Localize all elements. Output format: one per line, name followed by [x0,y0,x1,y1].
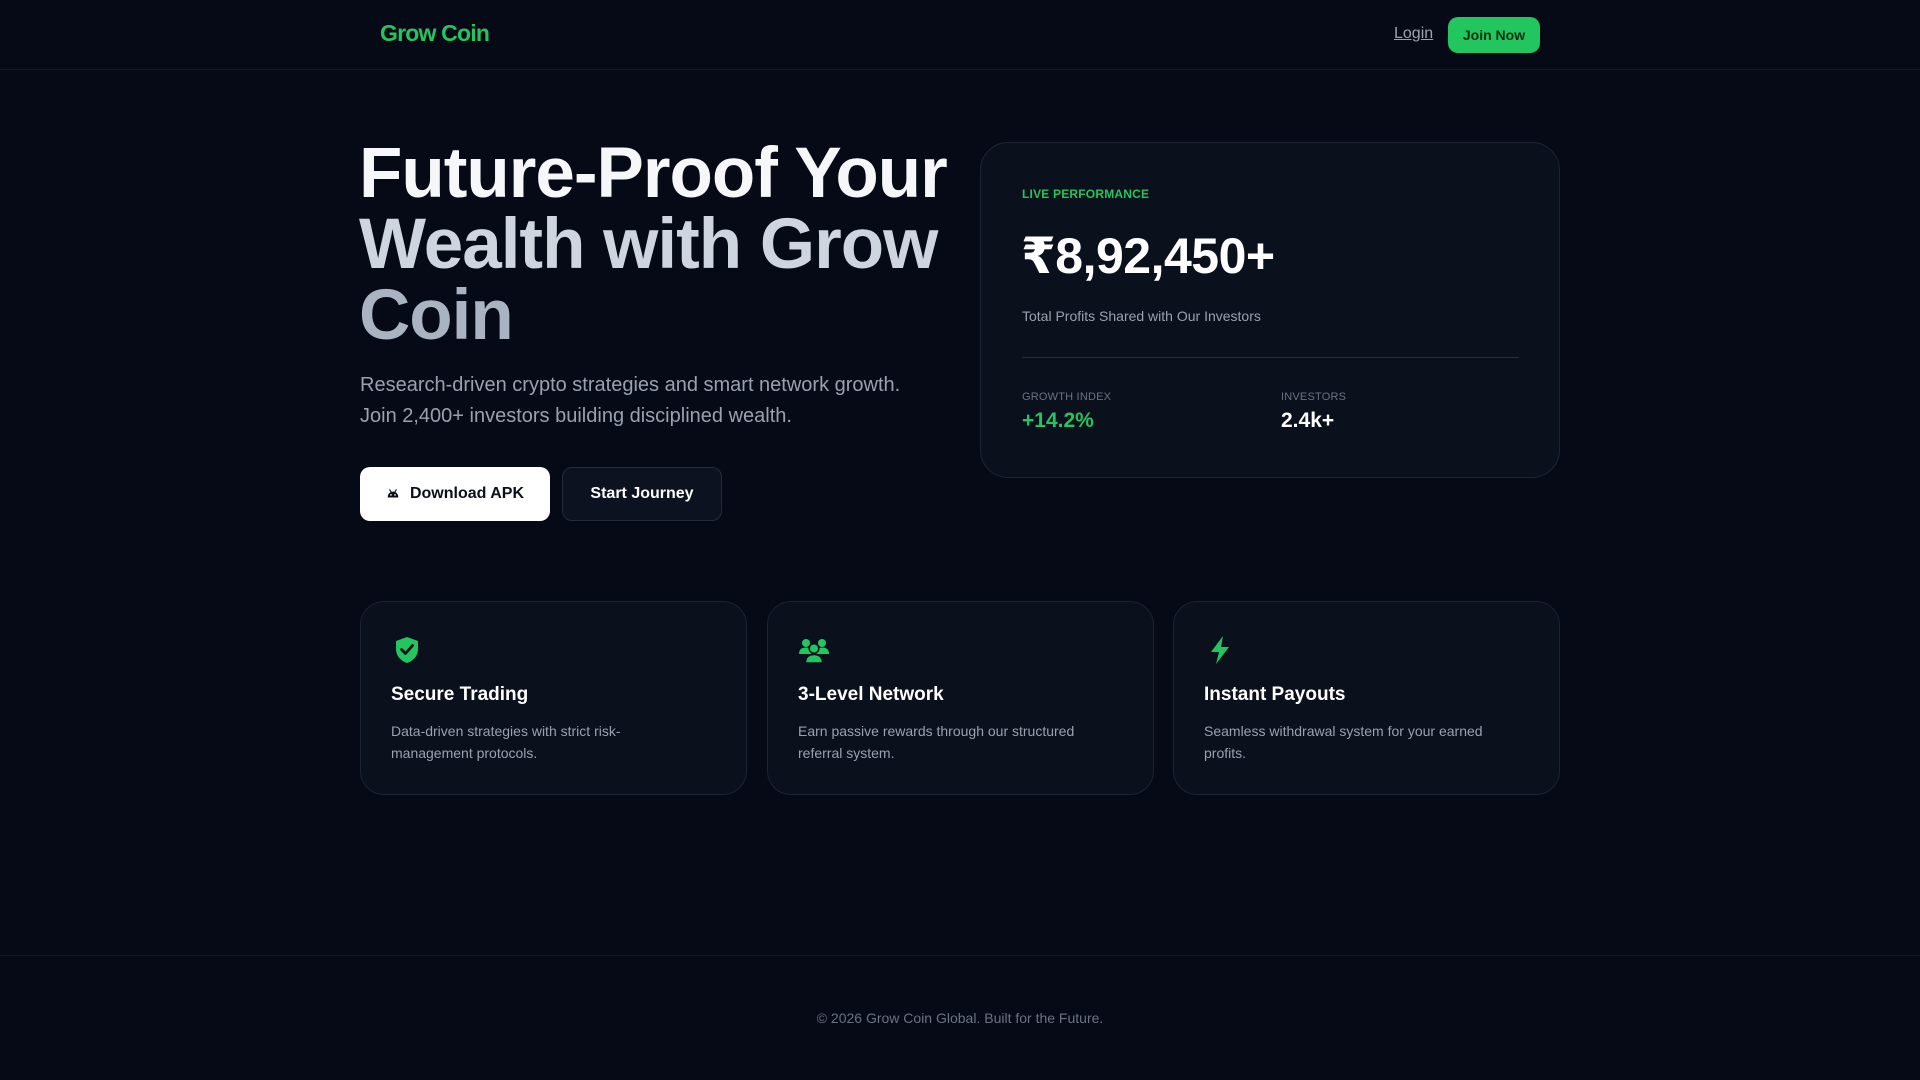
copyright-text: © 2026 Grow Coin Global. Built for the F… [816,1010,1104,1026]
perf-description: Total Profits Shared with Our Investors [1022,308,1261,324]
live-performance-card: LIVE PERFORMANCE ₹8,92,450+ Total Profit… [980,142,1560,478]
lightning-icon [1211,636,1229,664]
logo[interactable]: Grow Coin [380,20,490,47]
login-link[interactable]: Login [1394,25,1433,43]
feature-description: Data-driven strategies with strict risk-… [391,723,621,761]
hero-subtitle-line: Join 2,400+ investors building disciplin… [360,405,792,427]
feature-description: Seamless withdrawal system for your earn… [1204,723,1483,761]
hero-subtitle-line: Research-driven crypto strategies and sm… [360,374,901,396]
growth-index-label: GROWTH INDEX [1022,391,1112,403]
hero-title-line: Future-Proof Your [359,134,948,213]
join-now-button[interactable]: Join Now [1448,17,1540,53]
start-journey-button[interactable]: Start Journey [562,467,722,521]
investors-label: INVESTORS [1281,391,1347,403]
feature-card-payouts: Instant Payouts Seamless withdrawal syst… [1173,601,1560,795]
feature-description: Earn passive rewards through our structu… [798,723,1075,761]
download-apk-button[interactable]: Download APK [360,467,550,521]
feature-title: Secure Trading [391,684,529,705]
perf-label: LIVE PERFORMANCE [1022,187,1150,201]
shield-check-icon [396,637,418,663]
hero-title-line: Coin [359,276,514,355]
feature-title: 3-Level Network [798,684,944,705]
android-icon [387,489,399,498]
download-apk-label: Download APK [409,485,525,502]
divider [1022,357,1519,358]
site-header: Grow Coin Login Join Now [0,0,1920,70]
investors-value: 2.4k+ [1281,409,1335,432]
feature-card-network: 3-Level Network Earn passive rewards thr… [767,601,1154,795]
hero-title: Future-Proof Your Wealth with Grow Coin [359,138,959,351]
hero-title-line: Wealth with Grow [359,205,938,284]
users-icon [799,639,829,664]
feature-title: Instant Payouts [1204,684,1346,705]
feature-card-secure-trading: Secure Trading Data-driven strategies wi… [360,601,747,795]
hero-subtitle: Research-driven crypto strategies and sm… [360,370,960,432]
total-profit-amount: ₹8,92,450+ [1021,228,1275,284]
growth-index-value: +14.2% [1022,409,1094,432]
landing-page: Grow Coin Login Join Now Future-Proof Yo… [0,0,1920,1080]
site-footer: © 2026 Grow Coin Global. Built for the F… [0,955,1920,1080]
